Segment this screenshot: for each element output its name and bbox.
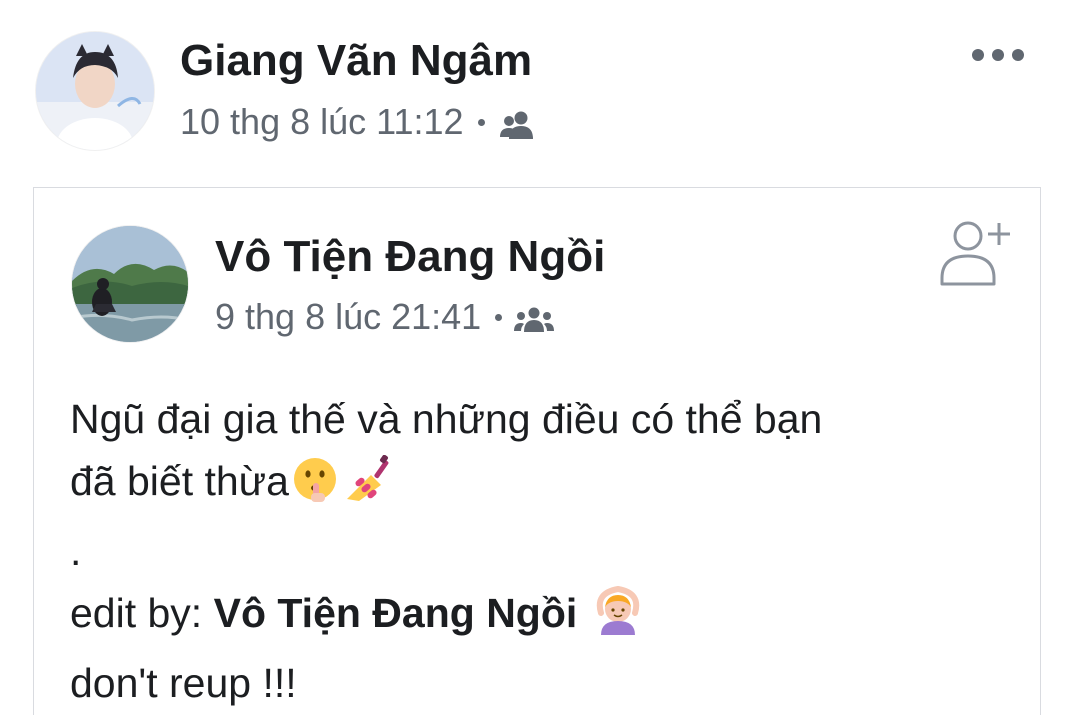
add-friend-button[interactable] [938,218,1014,290]
post-view: Giang Vãn Ngâm 10 thg 8 lúc 11:12 Vô Tiệ… [0,0,1078,715]
add-friend-icon [940,221,1010,286]
shared-post-card[interactable]: Vô Tiện Đang Ngồi 9 thg 8 lúc 21:41 Ngũ … [33,187,1041,715]
post-line: Ngũ đại gia thế và những điều có thể bạn [70,396,823,442]
person-gesturing-ok-emoji [591,583,645,652]
shared-post-timestamp[interactable]: 9 thg 8 lúc 21:41 [215,296,481,338]
avatar-photo [36,32,154,150]
avatar-photo [72,226,188,342]
friends-icon[interactable] [497,107,537,139]
post-line: . [70,528,82,574]
friends-icon[interactable] [514,302,555,332]
post-line: đã biết thừa [70,450,1010,520]
shared-post-meta: 9 thg 8 lúc 21:41 [215,296,555,338]
meta-separator [477,118,485,126]
outer-author-avatar[interactable] [36,32,154,150]
outer-post-meta: 10 thg 8 lúc 11:12 [180,101,537,143]
post-line-text: đã biết thừa [70,458,289,504]
edit-author-name: Vô Tiện Đang Ngồi [213,590,578,636]
more-options-button[interactable] [968,40,1028,70]
post-line: edit by: Vô Tiện Đang Ngồi [70,582,1010,652]
nail-polish-emoji [341,454,393,520]
post-body-text: Ngũ đại gia thế và những điều có thể bạn… [70,388,1010,714]
more-horizontal-icon [972,49,1024,61]
outer-post-timestamp[interactable]: 10 thg 8 lúc 11:12 [180,101,464,143]
shared-author-name[interactable]: Vô Tiện Đang Ngồi [215,232,605,282]
edit-prefix: edit by: [70,590,214,636]
outer-author-name[interactable]: Giang Vãn Ngâm [180,36,532,86]
post-line: don't reup !!! [70,660,297,706]
meta-separator [495,313,503,321]
shared-author-avatar[interactable] [72,226,188,342]
shushing-face-emoji [291,455,339,520]
